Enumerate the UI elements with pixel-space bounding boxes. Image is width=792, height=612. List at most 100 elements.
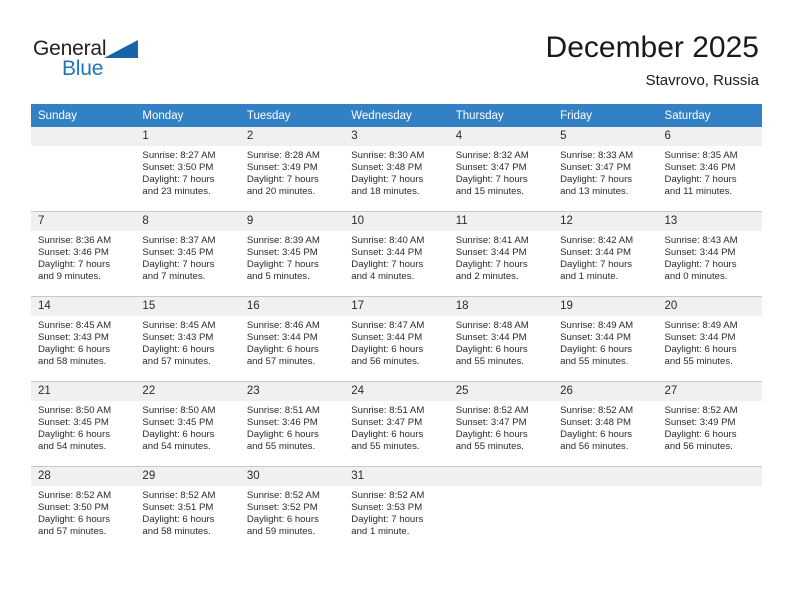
day-sun-info: Sunrise: 8:52 AM Sunset: 3:51 PM Daylight:… xyxy=(135,486,239,538)
day-info-line: Sunrise: 8:37 AM xyxy=(142,235,216,246)
day-info-line: and 57 minutes. xyxy=(38,526,107,538)
day-info-line: Sunrise: 8:52 AM xyxy=(142,490,216,501)
day-info-line: Sunrise: 8:41 AM xyxy=(455,235,529,246)
calendar-day-cell[interactable]: 29 Sunrise: 8:52 AM Sunset: 3:51 PM Dayligh… xyxy=(135,466,240,551)
day-info-line: Daylight: 6 hours xyxy=(38,514,110,526)
calendar-day-cell[interactable]: 28 Sunrise: 8:52 AM Sunset: 3:50 PM Dayligh… xyxy=(31,466,136,551)
calendar-day-cell[interactable]: 16 Sunrise: 8:46 AM Sunset: 3:44 PM Dayligh… xyxy=(239,296,345,382)
calendar-day-cell[interactable]: 13 Sunrise: 8:43 AM Sunset: 3:44 PM Dayligh… xyxy=(657,211,762,297)
day-cell-inner: 2 Sunrise: 8:28 AM Sunset: 3:49 PM Daylight… xyxy=(239,127,345,211)
calendar-day-cell[interactable]: 25 Sunrise: 8:52 AM Sunset: 3:47 PM Dayligh… xyxy=(448,381,554,467)
calendar-day-cell[interactable]: 12 Sunrise: 8:42 AM Sunset: 3:44 PM Dayligh… xyxy=(553,211,658,297)
general-blue-logo[interactable]: General Blue xyxy=(33,37,163,85)
day-number: 2 xyxy=(239,127,345,146)
calendar-week-row: 14 Sunrise: 8:45 AM Sunset: 3:43 PM Dayligh… xyxy=(31,296,762,382)
day-cell-inner: 31 Sunrise: 8:52 AM Sunset: 3:53 PM Dayligh… xyxy=(344,467,449,551)
day-sun-info: Sunrise: 8:46 AM Sunset: 3:44 PM Daylight:… xyxy=(240,316,344,368)
day-info-line: Sunrise: 8:40 AM xyxy=(351,235,425,246)
weekday-header-tuesday: Tuesday xyxy=(239,104,345,127)
calendar-day-cell[interactable]: 4 Sunrise: 8:32 AM Sunset: 3:47 PM Daylight… xyxy=(448,127,554,212)
day-number xyxy=(31,127,136,146)
day-info-line: Sunset: 3:48 PM xyxy=(351,162,423,174)
day-number: 20 xyxy=(657,297,762,316)
day-info-line: Daylight: 6 hours xyxy=(142,429,215,441)
day-sun-info: Sunrise: 8:45 AM Sunset: 3:43 PM Daylight:… xyxy=(135,316,239,368)
day-number: 4 xyxy=(448,127,554,146)
day-number: 8 xyxy=(135,212,240,231)
calendar-day-cell[interactable]: 10 Sunrise: 8:40 AM Sunset: 3:44 PM Dayligh… xyxy=(344,211,449,297)
calendar-day-cell[interactable]: 27 Sunrise: 8:52 AM Sunset: 3:49 PM Dayligh… xyxy=(657,381,762,467)
calendar-day-cell[interactable]: 24 Sunrise: 8:51 AM Sunset: 3:47 PM Dayligh… xyxy=(344,381,449,467)
calendar-week-row: 1 Sunrise: 8:27 AM Sunset: 3:50 PM Daylight… xyxy=(31,127,762,212)
day-cell-inner: 11 Sunrise: 8:41 AM Sunset: 3:44 PM Dayligh… xyxy=(448,212,554,296)
day-cell-inner: 27 Sunrise: 8:52 AM Sunset: 3:49 PM Dayligh… xyxy=(657,382,762,466)
day-number: 17 xyxy=(344,297,449,316)
calendar-day-cell[interactable]: 5 Sunrise: 8:33 AM Sunset: 3:47 PM Daylight… xyxy=(553,127,658,212)
calendar-day-cell[interactable]: 1 Sunrise: 8:27 AM Sunset: 3:50 PM Daylight… xyxy=(135,127,240,212)
calendar-day-cell[interactable]: 6 Sunrise: 8:35 AM Sunset: 3:46 PM Daylight… xyxy=(657,127,762,212)
day-info-line: Daylight: 7 hours xyxy=(455,174,528,186)
calendar-day-cell[interactable]: 23 Sunrise: 8:51 AM Sunset: 3:46 PM Dayligh… xyxy=(239,381,345,467)
day-info-line: Sunset: 3:44 PM xyxy=(351,247,423,259)
calendar-day-cell[interactable]: 22 Sunrise: 8:50 AM Sunset: 3:45 PM Dayligh… xyxy=(135,381,240,467)
day-info-line: and 7 minutes. xyxy=(142,271,206,283)
day-info-line: Sunset: 3:51 PM xyxy=(142,502,214,514)
day-cell-inner: 28 Sunrise: 8:52 AM Sunset: 3:50 PM Dayligh… xyxy=(31,467,136,551)
day-cell-inner: 18 Sunrise: 8:48 AM Sunset: 3:44 PM Dayligh… xyxy=(448,297,554,381)
day-info-line: Sunrise: 8:52 AM xyxy=(560,405,634,416)
calendar-day-cell[interactable]: 18 Sunrise: 8:48 AM Sunset: 3:44 PM Dayligh… xyxy=(448,296,554,382)
day-cell-inner: 9 Sunrise: 8:39 AM Sunset: 3:45 PM Daylight… xyxy=(239,212,345,296)
calendar-day-cell[interactable]: 7 Sunrise: 8:36 AM Sunset: 3:46 PM Daylight… xyxy=(31,211,136,297)
day-info-line: and 57 minutes. xyxy=(142,356,211,368)
calendar-day-cell[interactable]: 30 Sunrise: 8:52 AM Sunset: 3:52 PM Dayligh… xyxy=(239,466,345,551)
calendar-empty-cell xyxy=(448,466,554,551)
day-info-line: and 57 minutes. xyxy=(246,356,316,368)
day-cell-inner: 1 Sunrise: 8:27 AM Sunset: 3:50 PM Daylight… xyxy=(135,127,240,211)
day-sun-info: Sunrise: 8:37 AM Sunset: 3:45 PM Daylight:… xyxy=(135,231,239,283)
day-cell-inner: 7 Sunrise: 8:36 AM Sunset: 3:46 PM Daylight… xyxy=(31,212,136,296)
calendar-day-cell[interactable]: 21 Sunrise: 8:50 AM Sunset: 3:45 PM Dayligh… xyxy=(31,381,136,467)
day-info-line: Sunrise: 8:51 AM xyxy=(351,405,425,416)
day-info-line: Sunrise: 8:52 AM xyxy=(246,490,320,501)
calendar-day-cell[interactable]: 3 Sunrise: 8:30 AM Sunset: 3:48 PM Daylight… xyxy=(344,127,449,212)
day-info-line: and 15 minutes. xyxy=(455,186,524,198)
day-sun-info: Sunrise: 8:50 AM Sunset: 3:45 PM Daylight:… xyxy=(135,401,239,453)
day-number: 30 xyxy=(239,467,345,486)
calendar-day-cell[interactable]: 31 Sunrise: 8:52 AM Sunset: 3:53 PM Dayligh… xyxy=(344,466,449,551)
title-block: December 2025 Stavrovo, Russia xyxy=(546,30,759,91)
calendar-day-cell[interactable]: 20 Sunrise: 8:49 AM Sunset: 3:44 PM Dayligh… xyxy=(657,296,762,382)
calendar-day-cell[interactable]: 17 Sunrise: 8:47 AM Sunset: 3:44 PM Dayligh… xyxy=(344,296,449,382)
calendar-day-cell[interactable]: 19 Sunrise: 8:49 AM Sunset: 3:44 PM Dayligh… xyxy=(553,296,658,382)
day-sun-info: Sunrise: 8:52 AM Sunset: 3:50 PM Daylight:… xyxy=(31,486,135,538)
day-info-line: and 56 minutes. xyxy=(664,441,733,453)
day-info-line: Daylight: 7 hours xyxy=(664,259,737,271)
day-sun-info: Sunrise: 8:42 AM Sunset: 3:44 PM Daylight:… xyxy=(553,231,657,283)
calendar-empty-cell xyxy=(31,127,136,212)
day-info-line: and 56 minutes. xyxy=(351,356,420,368)
day-info-line: Sunset: 3:52 PM xyxy=(246,502,318,514)
day-info-line: Sunset: 3:43 PM xyxy=(142,332,214,344)
calendar-day-cell[interactable]: 14 Sunrise: 8:45 AM Sunset: 3:43 PM Dayligh… xyxy=(31,296,136,382)
weekday-header-sunday: Sunday xyxy=(31,104,136,127)
day-info-line: Daylight: 7 hours xyxy=(246,259,319,271)
calendar-day-cell[interactable]: 9 Sunrise: 8:39 AM Sunset: 3:45 PM Daylight… xyxy=(239,211,345,297)
calendar-day-cell[interactable]: 15 Sunrise: 8:45 AM Sunset: 3:43 PM Dayligh… xyxy=(135,296,240,382)
calendar-day-cell[interactable]: 11 Sunrise: 8:41 AM Sunset: 3:44 PM Dayligh… xyxy=(448,211,554,297)
day-cell-inner xyxy=(31,127,136,211)
calendar-day-cell[interactable]: 2 Sunrise: 8:28 AM Sunset: 3:49 PM Daylight… xyxy=(239,127,345,212)
calendar-day-cell[interactable]: 8 Sunrise: 8:37 AM Sunset: 3:45 PM Daylight… xyxy=(135,211,240,297)
day-info-line: and 58 minutes. xyxy=(38,356,107,368)
calendar-day-cell[interactable]: 26 Sunrise: 8:52 AM Sunset: 3:48 PM Dayligh… xyxy=(553,381,658,467)
day-cell-inner: 13 Sunrise: 8:43 AM Sunset: 3:44 PM Dayligh… xyxy=(657,212,762,296)
weekday-header-wednesday: Wednesday xyxy=(344,104,449,127)
day-info-line: Daylight: 6 hours xyxy=(246,344,319,356)
day-cell-inner: 23 Sunrise: 8:51 AM Sunset: 3:46 PM Dayligh… xyxy=(239,382,345,466)
day-info-line: Daylight: 7 hours xyxy=(351,259,424,271)
day-info-line: Daylight: 6 hours xyxy=(142,514,215,526)
day-info-line: Sunset: 3:43 PM xyxy=(38,332,109,344)
day-info-line: and 5 minutes. xyxy=(246,271,310,283)
day-info-line: Daylight: 6 hours xyxy=(246,514,319,526)
day-sun-info: Sunrise: 8:27 AM Sunset: 3:50 PM Daylight:… xyxy=(135,146,239,198)
day-cell-inner: 20 Sunrise: 8:49 AM Sunset: 3:44 PM Dayligh… xyxy=(657,297,762,381)
day-sun-info: Sunrise: 8:51 AM Sunset: 3:46 PM Daylight:… xyxy=(240,401,344,453)
